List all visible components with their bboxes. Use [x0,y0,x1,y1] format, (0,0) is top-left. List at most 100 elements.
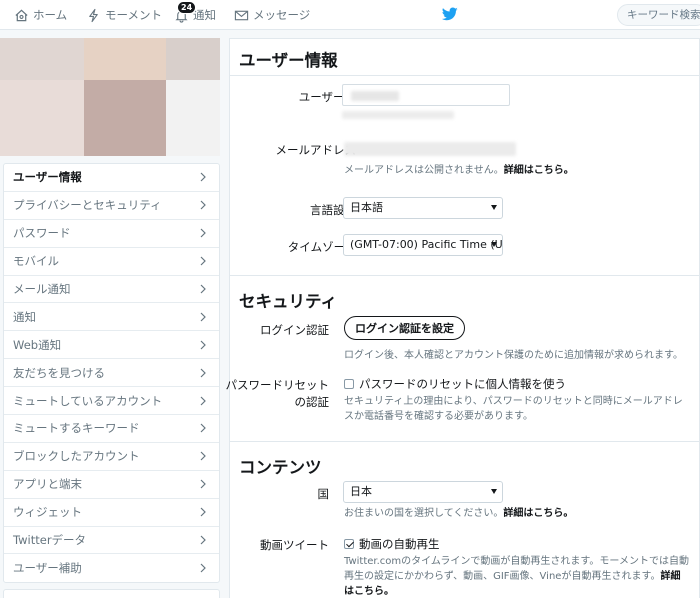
chevron-right-icon [200,228,206,238]
email-hint: メールアドレスは公開されません。詳細はこちら。 [344,165,574,176]
sidebar-item-label: メール通知 [13,282,71,296]
sidebar-item-label: パスワード [13,226,71,241]
sidebar-item-label: モバイル [13,254,59,269]
country-label: 国 [317,487,330,501]
sidebar-item[interactable]: アプリと端末 [4,471,219,499]
username-input[interactable] [342,84,510,106]
sidebar-item[interactable]: Web通知 [4,331,219,360]
blurred-banner-segment [0,38,84,80]
nav-home-label: ホーム [33,8,68,22]
divider [230,441,700,442]
sidebar-item-label: プライバシーとセキュリティ [13,198,162,213]
nav-home[interactable]: ホーム [14,6,67,24]
home-icon [15,9,28,21]
video-autoplay-hint: Twitter.comのタイムラインで動画が自動再生されます。モーメントでは自動… [344,556,690,597]
redacted-email [344,142,516,156]
sidebar-item-label: ウィジェット [13,505,82,520]
timezone-select[interactable]: (GMT-07:00) Pacific Time (U [343,234,503,256]
chevron-right-icon [200,563,206,573]
sidebar-item-label: Twitterデータ [13,533,87,548]
video-tweets-label: 動画ツイート [260,538,329,552]
sidebar-item[interactable]: ウィジェット [4,499,219,527]
chevron-right-icon [200,479,206,489]
country-select[interactable]: 日本 [343,481,503,503]
sidebar-item[interactable]: ユーザー補助 [4,554,219,582]
video-hint-link[interactable]: 詳細 [660,571,680,582]
chevron-right-icon [200,535,206,545]
sidebar-item[interactable]: ミュートしているアカウント [4,387,219,416]
country-hint-link[interactable]: 詳細はこちら。 [503,508,573,519]
blurred-banner-segment [166,80,220,156]
chevron-right-icon [200,256,206,266]
twitter-bird-icon[interactable] [442,6,458,22]
sidebar-item-label: Web通知 [13,337,62,352]
nav-moments-label: モーメント [105,8,163,22]
sidebar-item[interactable]: ブロックしたアカウント [4,443,219,471]
video-autoplay-checkbox-row[interactable]: 動画の自動再生 [344,536,440,552]
sidebar-item[interactable]: Twitterデータ [4,527,219,555]
sidebar-item-label: 通知 [13,309,36,324]
nav-messages[interactable]: メッセージ [234,6,310,24]
language-select-value: 日本語 [350,201,383,214]
lightning-icon [89,8,98,22]
sidebar-footer-card [3,589,220,598]
nav-notifications[interactable]: 24 通知 [174,1,216,24]
sidebar-item-label: ユーザー情報 [13,170,82,185]
blurred-banner-segment [166,38,220,80]
chevron-right-icon [200,200,206,210]
sidebar-item[interactable]: ミュートするキーワード [4,415,219,443]
sidebar-item-label: ミュートしているアカウント [13,393,163,408]
notification-count-badge: 24 [177,1,197,14]
search-input[interactable]: キーワード検索 [617,4,700,26]
chevron-right-icon [200,173,206,182]
account-section-title: ユーザー情報 [239,51,338,70]
password-reset-label: パスワードリセット の認証 [225,378,330,409]
sidebar-item-label: ユーザー補助 [13,561,82,576]
video-hint-link-cont[interactable]: はこちら。 [344,586,394,597]
sidebar-item[interactable]: ユーザー情報 [4,164,219,192]
blurred-banner-segment [84,38,166,80]
sidebar-item[interactable]: 通知 [4,303,219,332]
sidebar-item-label: 友だちを見つける [13,365,105,380]
sidebar-item-label: ミュートするキーワード [13,421,140,436]
sidebar-item[interactable]: パスワード [4,220,219,248]
redacted-username-url [342,111,454,119]
password-reset-checkbox-row[interactable]: パスワードのリセットに個人情報を使う [344,376,566,392]
email-hint-link[interactable]: 詳細はこちら。 [504,165,574,176]
country-hint: お住まいの国を選択してください。詳細はこちら。 [344,508,574,519]
password-reset-checkbox[interactable] [344,379,354,389]
nav-messages-label: メッセージ [253,8,311,22]
chevron-right-icon [200,284,206,294]
content-section-title: コンテンツ [239,458,322,477]
redacted-username [351,91,399,101]
language-select[interactable]: 日本語 [343,197,503,219]
envelope-icon [234,10,249,20]
chevron-right-icon [200,507,206,517]
settings-panel: ユーザー情報 ユーザー名 メールアドレス メールアドレスは公開されません。詳細は… [225,38,700,598]
sidebar-item-label: アプリと端末 [13,477,82,492]
sidebar-item[interactable]: モバイル [4,248,219,276]
video-autoplay-checkbox-label: 動画の自動再生 [359,537,440,551]
divider [230,75,700,76]
setup-login-verification-button[interactable]: ログイン認証を設定 [344,316,465,340]
password-reset-checkbox-label: パスワードのリセットに個人情報を使う [359,377,566,391]
chevron-right-icon [200,424,206,433]
nav-moments[interactable]: モーメント [86,6,162,24]
chevron-right-icon [200,312,206,322]
settings-sidebar: ユーザー情報プライバシーとセキュリティ パスワードモバイルメール通知通知 Web通知… [3,163,220,584]
password-reset-hint: セキュリティ上の理由により、パスワードのリセットと同時にメールアドレ スか電話番… [344,396,683,422]
blurred-banner-segment [0,80,84,156]
dropdown-arrow-icon [491,242,497,247]
dropdown-arrow-icon [491,205,497,210]
sidebar-item[interactable]: 友だちを見つける [4,359,219,388]
profile-card[interactable] [0,38,220,156]
security-section-title: セキュリティ [239,292,338,311]
sidebar-item[interactable]: メール通知 [4,276,219,304]
login-verification-hint: ログイン後、本人確認とアカウント保護のために追加情報が求められます。 [344,350,683,361]
dropdown-arrow-icon [491,489,497,494]
chevron-right-icon [200,340,206,350]
chevron-right-icon [200,451,206,461]
sidebar-item[interactable]: プライバシーとセキュリティ [4,192,219,220]
blurred-avatar [84,80,166,156]
video-autoplay-checkbox[interactable] [344,539,354,549]
